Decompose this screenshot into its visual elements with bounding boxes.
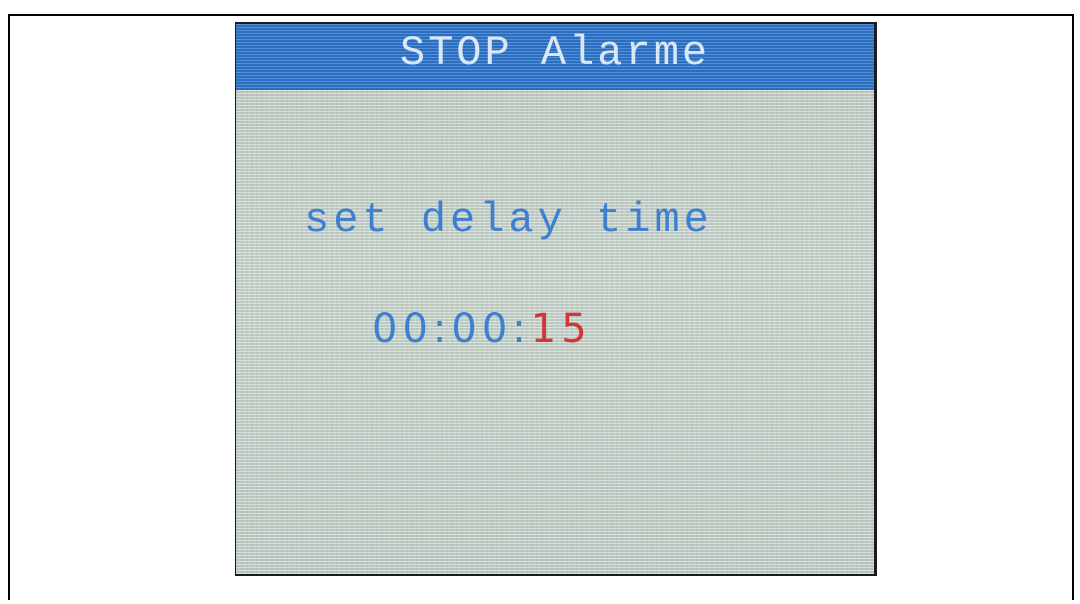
time-hours[interactable]: 00 [372,306,433,352]
delay-time-prompt: set delay time [304,196,713,244]
time-separator: : [512,306,531,352]
screen-title: STOP Alarme [399,29,711,77]
title-bar: STOP Alarme [236,24,874,90]
time-minutes[interactable]: 00 [451,306,512,352]
time-seconds-selected[interactable]: 15 [531,306,592,352]
time-separator: : [432,306,452,352]
lcd-screen: STOP Alarme set delay time 00:00:15 [236,24,874,574]
delay-time-value[interactable]: 00:00:15 [372,306,592,352]
